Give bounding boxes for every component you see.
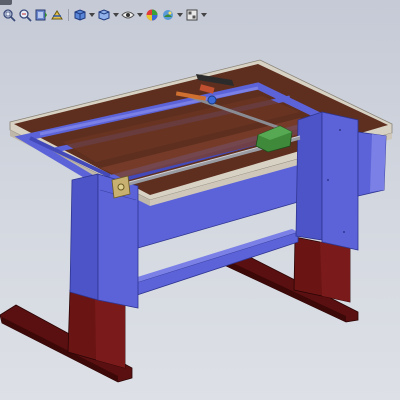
left-bracket (111, 175, 131, 199)
model-viewport[interactable] (0, 0, 400, 400)
motor-housing (357, 131, 387, 197)
right-upright-leg (295, 111, 359, 251)
